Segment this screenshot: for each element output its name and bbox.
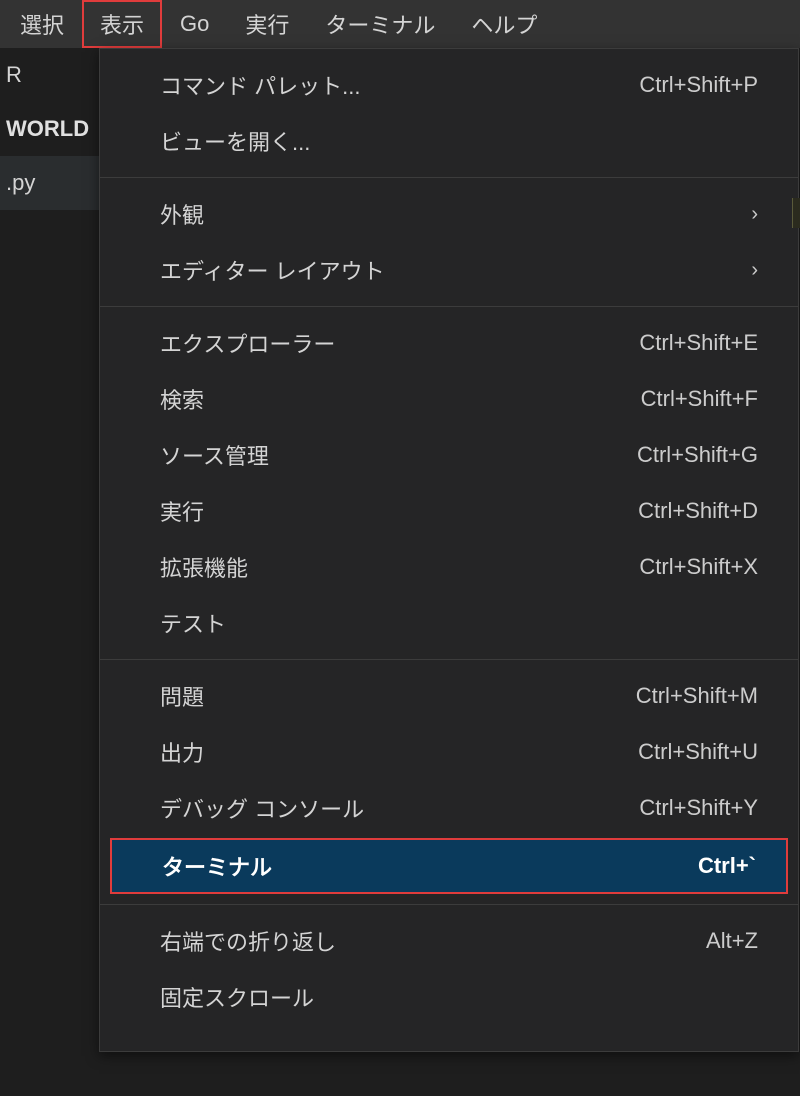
dropdown-item-shortcut: Ctrl+Shift+F (641, 386, 758, 412)
dropdown-item-label: ターミナル (162, 850, 272, 882)
dropdown-item-shortcut: Ctrl+Shift+M (636, 683, 758, 709)
dropdown-item-label: コマンド パレット... (160, 69, 360, 101)
dropdown-item-3-3[interactable]: ターミナル Ctrl+` (110, 838, 788, 894)
dropdown-item-label: エクスプローラー (160, 327, 335, 359)
dropdown-item-label: ビューを開く... (160, 125, 310, 157)
menu-item-0[interactable]: 選択 (2, 0, 82, 48)
dropdown-item-3-0[interactable]: 問題 Ctrl+Shift+M (100, 668, 798, 724)
sidebar-text-world: WORLD (0, 102, 100, 156)
dropdown-item-1-1[interactable]: エディター レイアウト › (100, 242, 798, 298)
dropdown-group-3: 問題 Ctrl+Shift+M 出力 Ctrl+Shift+U デバッグ コンソール Ct… (100, 660, 798, 905)
dropdown-group-1: 外観 › エディター レイアウト › (100, 178, 798, 307)
dropdown-item-2-4[interactable]: 拡張機能 Ctrl+Shift+X (100, 539, 798, 595)
dropdown-item-shortcut: Ctrl+Shift+D (638, 498, 758, 524)
dropdown-group-0: コマンド パレット... Ctrl+Shift+P ビューを開く... (100, 49, 798, 178)
dropdown-item-0-1[interactable]: ビューを開く... (100, 113, 798, 169)
dropdown-item-shortcut: Ctrl+Shift+E (639, 330, 758, 356)
dropdown-item-label: テスト (160, 607, 226, 639)
dropdown-group-4: 右端での折り返し Alt+Z 固定スクロール (100, 905, 798, 1033)
chevron-right-icon: › (751, 203, 758, 226)
menu-item-1[interactable]: 表示 (82, 0, 162, 48)
dropdown-item-label: 検索 (160, 383, 204, 415)
dropdown-item-shortcut: Ctrl+Shift+G (637, 442, 758, 468)
dropdown-item-2-5[interactable]: テスト (100, 595, 798, 651)
dropdown-item-label: 出力 (160, 736, 204, 768)
dropdown-item-4-1[interactable]: 固定スクロール (100, 969, 798, 1025)
dropdown-item-3-1[interactable]: 出力 Ctrl+Shift+U (100, 724, 798, 780)
dropdown-item-4-0[interactable]: 右端での折り返し Alt+Z (100, 913, 798, 969)
menu-item-4[interactable]: ターミナル (307, 0, 453, 48)
editor-sliver (792, 198, 800, 228)
dropdown-item-label: 外観 (160, 198, 204, 230)
sidebar-file-py[interactable]: .py (0, 156, 100, 210)
dropdown-group-2: エクスプローラー Ctrl+Shift+E 検索 Ctrl+Shift+F ソース管理 C… (100, 307, 798, 660)
view-dropdown-menu: コマンド パレット...Ctrl+Shift+Pビューを開く...外観›エディタ… (99, 48, 799, 1052)
dropdown-item-shortcut: Alt+Z (706, 928, 758, 954)
dropdown-item-2-2[interactable]: ソース管理 Ctrl+Shift+G (100, 427, 798, 483)
dropdown-item-label: エディター レイアウト (160, 254, 385, 286)
dropdown-item-shortcut: Ctrl+Shift+Y (639, 795, 758, 821)
dropdown-item-shortcut: Ctrl+` (698, 853, 756, 879)
dropdown-item-label: 拡張機能 (160, 551, 248, 583)
dropdown-item-2-3[interactable]: 実行 Ctrl+Shift+D (100, 483, 798, 539)
menubar: 選択表示Go実行ターミナルヘルプ (0, 0, 800, 48)
menu-item-5[interactable]: ヘルプ (453, 0, 555, 48)
sidebar: R WORLD .py (0, 48, 100, 210)
dropdown-item-shortcut: Ctrl+Shift+P (639, 72, 758, 98)
dropdown-item-label: 実行 (160, 495, 204, 527)
dropdown-item-2-0[interactable]: エクスプローラー Ctrl+Shift+E (100, 315, 798, 371)
dropdown-item-label: デバッグ コンソール (160, 792, 364, 824)
dropdown-item-label: 右端での折り返し (160, 925, 336, 957)
dropdown-item-3-2[interactable]: デバッグ コンソール Ctrl+Shift+Y (100, 780, 798, 836)
dropdown-item-2-1[interactable]: 検索 Ctrl+Shift+F (100, 371, 798, 427)
dropdown-item-label: 固定スクロール (160, 981, 314, 1013)
menu-item-2[interactable]: Go (162, 3, 227, 45)
chevron-right-icon: › (751, 259, 758, 282)
dropdown-item-0-0[interactable]: コマンド パレット... Ctrl+Shift+P (100, 57, 798, 113)
dropdown-item-label: 問題 (160, 680, 204, 712)
menu-item-3[interactable]: 実行 (227, 0, 307, 48)
dropdown-item-shortcut: Ctrl+Shift+U (638, 739, 758, 765)
dropdown-item-shortcut: Ctrl+Shift+X (639, 554, 758, 580)
sidebar-text-r: R (0, 48, 100, 102)
dropdown-item-label: ソース管理 (160, 439, 269, 471)
dropdown-item-1-0[interactable]: 外観 › (100, 186, 798, 242)
